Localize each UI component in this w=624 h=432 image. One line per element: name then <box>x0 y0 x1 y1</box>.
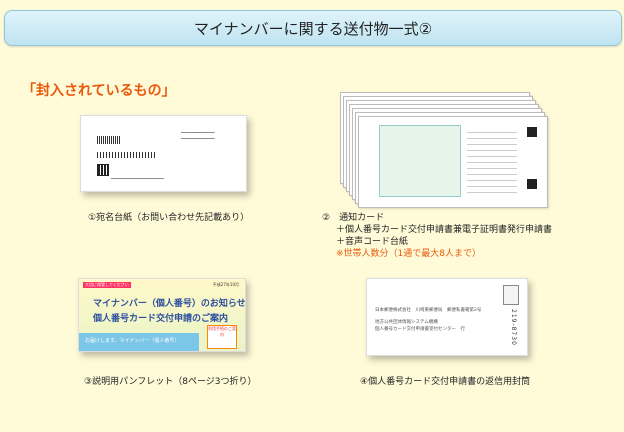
qr-code-icon <box>527 179 537 189</box>
return-envelope-image: 219-8730 日本郵便株式会社 川崎東郵便局 郵便私書箱第2号 地方公共団体… <box>366 278 528 356</box>
item2-caption-line1: ② 通知カード <box>322 213 385 223</box>
item2-caption-line2: ＋個人番号カード交付申請書兼電子証明書発行申請書 <box>336 225 553 235</box>
item3-caption: ③説明用パンフレット（8ページ3つ折り） <box>84 377 257 387</box>
pamphlet-tag: 大切に保管してください <box>83 282 131 288</box>
form-lines <box>467 127 517 193</box>
envelope-fine-print: ━━━━━━━━━━━━━━ <box>181 130 215 135</box>
postal-code: 219-8730 <box>510 309 517 346</box>
page-title-bar: マイナンバーに関する送付物一式② <box>4 10 622 46</box>
qr-code-icon <box>527 127 537 137</box>
item4-caption: ④個人番号カード交付申請書の返信用封筒 <box>360 377 531 387</box>
barcode-graphic <box>97 136 120 144</box>
item1-caption: ①宛名台紙（お問い合わせ先記載あり） <box>88 213 250 223</box>
pamphlet-date: 平成27年10月 <box>212 282 239 287</box>
item2-caption-line3: ＋音声コード台紙 <box>336 237 409 247</box>
pamphlet-badge: 利用手続のご案内 <box>207 325 237 349</box>
page-title: マイナンバーに関する送付物一式② <box>193 19 433 38</box>
pamphlet-image: 大切に保管してください 平成27年10月 マイナンバー（個人番号）のお知らせ 個… <box>78 278 246 352</box>
card-section <box>379 125 461 197</box>
envelope-line3: 個人番号カード交付申請書受付センター 行 <box>375 327 465 332</box>
item2-caption-note: ※世帯人数分（1通で最大8人まで） <box>336 249 481 259</box>
pamphlet-heading1: マイナンバー（個人番号）のお知らせ <box>93 299 246 309</box>
envelope-fine-print: ━━━━━━━━━━━━━━━━━━━━━━ <box>111 176 164 181</box>
pamphlet-band: お届けします。マイナンバー（個人番号） <box>79 333 199 351</box>
qr-code-icon <box>97 164 109 176</box>
address-sheet-image: ━━━━━━━━━━━━━━ ━━━━━━━━━━━━━━ ━━━━━━━━━━… <box>80 115 247 192</box>
pamphlet-band-text: お届けします。マイナンバー（個人番号） <box>85 338 180 344</box>
item2-caption: ② 通知カード ＋個人番号カード交付申請書兼電子証明書発行申請書 ＋音声コード台… <box>322 212 552 260</box>
envelope-line2: 地方公共団体情報システム機構 <box>375 320 438 325</box>
section-heading: 「封入されているもの」 <box>22 83 176 99</box>
stamp-box <box>503 285 519 305</box>
stacked-sheet <box>358 116 548 208</box>
envelope-line1: 日本郵便株式会社 川崎東郵便局 郵便私書箱第2号 <box>375 308 482 313</box>
barcode-graphic <box>97 152 155 158</box>
pamphlet-heading2: 個人番号カード交付申請のご案内 <box>93 314 229 324</box>
envelope-fine-print: ━━━━━━━━━━━━━━ <box>181 136 215 141</box>
